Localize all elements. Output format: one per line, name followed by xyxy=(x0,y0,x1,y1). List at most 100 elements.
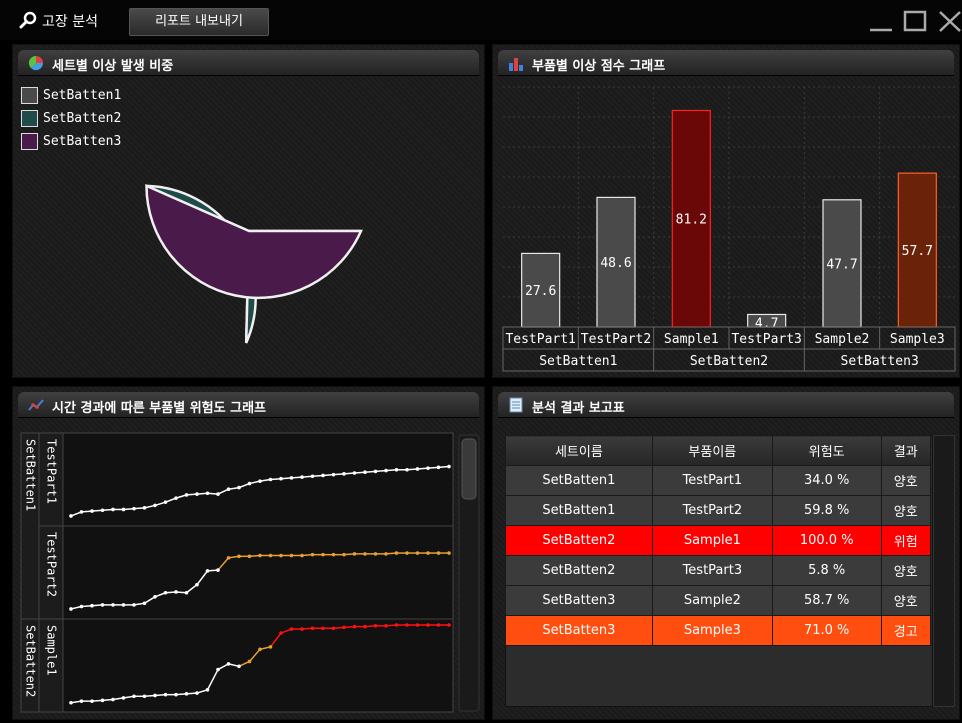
minimize-icon[interactable] xyxy=(868,9,894,33)
series-point[interactable] xyxy=(184,493,189,497)
series-point[interactable] xyxy=(163,590,168,595)
series-point[interactable] xyxy=(289,553,294,558)
series-point[interactable] xyxy=(405,551,409,555)
table-row[interactable]: SetBatten3 Sample2 58.7 % 양호 xyxy=(505,585,931,616)
series-point[interactable] xyxy=(310,626,315,631)
series-point[interactable] xyxy=(195,582,199,587)
series-point[interactable] xyxy=(279,553,283,558)
series-point[interactable] xyxy=(310,552,315,557)
series-point[interactable] xyxy=(363,470,367,475)
series-point[interactable] xyxy=(352,471,357,475)
series-point[interactable] xyxy=(352,552,357,556)
series-point[interactable] xyxy=(300,553,304,558)
series-point[interactable] xyxy=(405,467,409,472)
series-point[interactable] xyxy=(363,624,367,629)
series-point[interactable] xyxy=(216,492,220,496)
series-point[interactable] xyxy=(184,590,189,595)
series-point[interactable] xyxy=(268,553,273,558)
column-header[interactable]: 결과 xyxy=(880,435,931,466)
series-point[interactable] xyxy=(279,631,283,635)
series-point[interactable] xyxy=(237,664,241,669)
series-point[interactable] xyxy=(342,472,346,476)
series-point[interactable] xyxy=(216,568,220,572)
series-point[interactable] xyxy=(111,697,115,702)
series-point[interactable] xyxy=(100,603,105,607)
series-point[interactable] xyxy=(268,477,273,482)
series-point[interactable] xyxy=(247,659,252,664)
series-point[interactable] xyxy=(384,552,388,556)
series-point[interactable] xyxy=(373,469,378,474)
series-point[interactable] xyxy=(69,607,73,611)
series-point[interactable] xyxy=(226,556,231,560)
table-row[interactable]: SetBatten1 TestPart2 59.8 % 양호 xyxy=(505,495,931,526)
series-point[interactable] xyxy=(331,552,336,557)
series-point[interactable] xyxy=(247,481,252,486)
series-point[interactable] xyxy=(132,506,136,511)
series-point[interactable] xyxy=(121,507,126,512)
series-point[interactable] xyxy=(384,624,388,628)
series-point[interactable] xyxy=(216,667,220,672)
series-point[interactable] xyxy=(363,552,367,556)
series-point[interactable] xyxy=(394,467,399,472)
series-point[interactable] xyxy=(415,623,420,627)
series-point[interactable] xyxy=(205,688,210,692)
series-point[interactable] xyxy=(226,487,231,492)
table-row[interactable]: SetBatten2 TestPart3 5.8 % 양호 xyxy=(505,555,931,586)
series-point[interactable] xyxy=(258,647,262,652)
series-point[interactable] xyxy=(163,692,168,697)
series-point[interactable] xyxy=(79,604,84,609)
series-point[interactable] xyxy=(69,514,73,518)
series-point[interactable] xyxy=(300,475,304,479)
series-point[interactable] xyxy=(373,552,378,556)
table-row[interactable]: SetBatten1 TestPart1 34.0 % 양호 xyxy=(505,465,931,496)
series-point[interactable] xyxy=(153,503,157,508)
series-point[interactable] xyxy=(321,552,325,557)
series-point[interactable] xyxy=(436,551,441,555)
series-point[interactable] xyxy=(426,466,430,470)
series-point[interactable] xyxy=(415,467,420,471)
series-point[interactable] xyxy=(100,698,105,703)
series-point[interactable] xyxy=(226,662,231,666)
series-point[interactable] xyxy=(352,624,357,629)
series-point[interactable] xyxy=(258,479,262,483)
table-row[interactable]: SetBatten2 Sample1 100.0 % 위험 xyxy=(505,525,931,556)
series-point[interactable] xyxy=(79,699,84,703)
series-point[interactable] xyxy=(321,626,325,631)
series-point[interactable] xyxy=(447,623,451,627)
series-point[interactable] xyxy=(447,464,451,469)
series-point[interactable] xyxy=(258,553,262,558)
series-point[interactable] xyxy=(268,645,273,649)
series-point[interactable] xyxy=(279,476,283,481)
series-point[interactable] xyxy=(405,623,409,627)
series-point[interactable] xyxy=(111,507,115,512)
series-point[interactable] xyxy=(310,474,315,479)
series-point[interactable] xyxy=(195,691,199,695)
close-icon[interactable] xyxy=(936,9,962,33)
series-point[interactable] xyxy=(426,551,430,555)
series-point[interactable] xyxy=(300,627,304,631)
series-point[interactable] xyxy=(373,624,378,628)
series-point[interactable] xyxy=(205,569,210,573)
pie-slice[interactable] xyxy=(145,183,363,300)
series-point[interactable] xyxy=(100,508,105,513)
series-point[interactable] xyxy=(237,554,241,559)
series-point[interactable] xyxy=(426,623,430,627)
table-scrollbar[interactable] xyxy=(933,435,955,707)
maximize-icon[interactable] xyxy=(902,9,928,33)
series-point[interactable] xyxy=(174,590,178,594)
series-point[interactable] xyxy=(331,472,336,477)
series-point[interactable] xyxy=(111,603,115,607)
series-point[interactable] xyxy=(163,500,168,504)
series-point[interactable] xyxy=(69,700,73,705)
export-report-button[interactable]: 리포트 내보내기 xyxy=(129,8,269,36)
series-point[interactable] xyxy=(184,692,189,696)
series-point[interactable] xyxy=(90,509,94,513)
series-point[interactable] xyxy=(321,473,325,478)
series-point[interactable] xyxy=(121,696,126,700)
series-point[interactable] xyxy=(342,552,346,557)
series-point[interactable] xyxy=(174,496,178,500)
column-header[interactable]: 위험도 xyxy=(771,435,882,466)
chart-scrollbar-thumb[interactable] xyxy=(461,438,477,500)
series-point[interactable] xyxy=(394,623,399,627)
series-point[interactable] xyxy=(142,601,147,606)
